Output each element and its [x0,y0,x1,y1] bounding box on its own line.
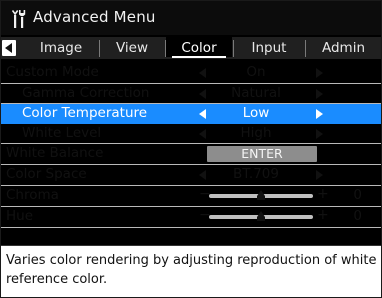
color-temperature-value: Low [242,105,270,121]
hue-value: 0 [353,208,362,224]
tools-icon [11,10,32,28]
white-level-label: White Level [22,125,102,141]
arrow-right-icon[interactable] [315,129,323,139]
description-text: Varies color rendering by adjusting repr… [1,245,381,297]
gamma-correction-value: Natural [231,85,281,101]
chroma-label: Chroma [6,187,59,203]
color-space-label: Color Space [6,166,87,182]
hue-slider-thumb[interactable] [257,211,265,221]
arrow-left-icon[interactable] [199,129,207,139]
tab-image[interactable]: Image [23,37,99,59]
custom-mode-value: On [246,64,266,80]
tab-color[interactable]: Color [166,37,232,58]
menu-row-white-balance[interactable]: White Balance ENTER [1,144,381,165]
tab-input[interactable]: Input [234,37,304,59]
window-title: Advanced Menu [33,8,156,26]
tab-scroll-left-button[interactable] [2,40,16,56]
advanced-menu-window: Advanced Menu Image View Color Input Adm… [0,0,382,298]
white-balance-label: White Balance [6,145,104,161]
color-space-value: BT.709 [233,166,279,182]
custom-mode-label: Custom Mode [6,64,99,80]
arrow-right-icon[interactable] [315,170,323,180]
hue-plus[interactable]: + [317,207,329,223]
menu-row-gamma-correction[interactable]: Gamma Correction Natural [1,84,381,104]
hue-label: Hue [6,208,34,224]
arrow-right-icon[interactable] [315,89,323,99]
menu-row-custom-mode[interactable]: Custom Mode On [1,63,381,84]
title-bar: Advanced Menu [1,1,381,35]
menu-row-chroma[interactable]: Chroma − + 0 [1,186,381,207]
arrow-left-icon[interactable] [199,109,207,119]
tab-bar: Image View Color Input Admin [1,37,381,59]
chroma-value: 0 [353,187,362,203]
arrow-left-icon[interactable] [199,170,207,180]
arrow-right-icon[interactable] [315,109,323,119]
enter-button[interactable]: ENTER [207,146,317,162]
arrow-left-icon[interactable] [199,68,207,78]
tab-admin[interactable]: Admin [306,37,381,59]
menu-row-white-level[interactable]: White Level High [1,124,381,144]
chevron-left-icon [5,43,12,53]
chroma-slider-thumb[interactable] [257,190,265,200]
chroma-plus[interactable]: + [317,186,329,202]
white-level-value: High [240,125,272,141]
menu-row-color-space[interactable]: Color Space BT.709 [1,165,381,186]
color-temperature-label: Color Temperature [22,105,148,121]
arrow-left-icon[interactable] [199,89,207,99]
gamma-correction-label: Gamma Correction [22,85,150,101]
menu-row-color-temperature[interactable]: Color Temperature Low [1,104,381,124]
tab-view[interactable]: View [100,37,164,59]
arrow-right-icon[interactable] [315,68,323,78]
menu-row-hue[interactable]: Hue − + 0 [1,207,381,228]
